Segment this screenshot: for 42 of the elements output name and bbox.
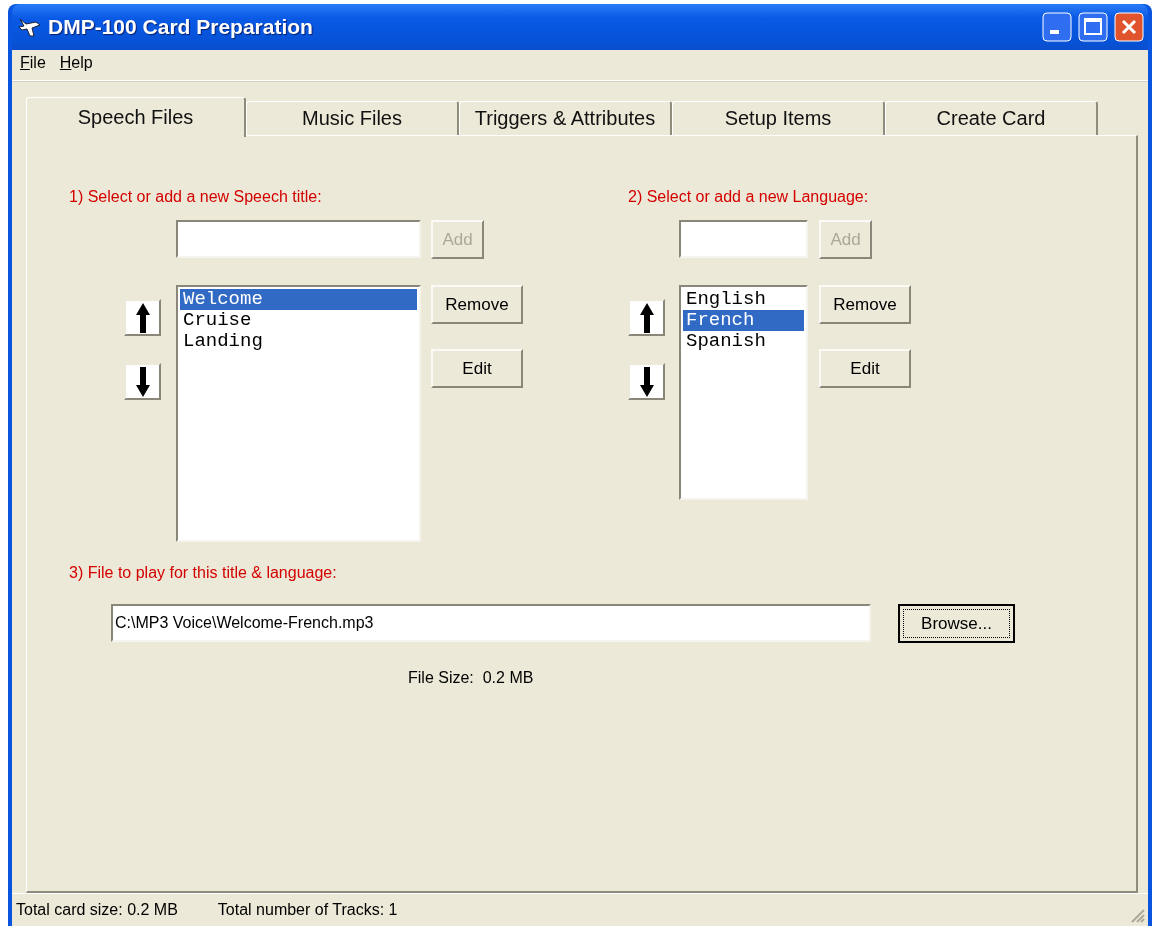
section-label: 2) Select or add a new Language:: [628, 188, 870, 207]
tab[interactable]: Music Files: [246, 101, 459, 135]
status-text: Total card size: 0.2 MB: [16, 901, 178, 919]
window-title: DMP-100 Card Preparation: [48, 15, 314, 39]
close-button[interactable]: [1114, 12, 1144, 42]
list-item[interactable]: English: [683, 289, 804, 310]
remove-button[interactable]: Remove: [819, 285, 911, 324]
status-text: Total number of Tracks: 1: [217, 901, 398, 919]
airplane-icon: [18, 16, 42, 38]
minimize-button[interactable]: [1042, 12, 1072, 42]
move-down-button[interactable]: [628, 363, 665, 400]
menu-item[interactable]: File: [20, 54, 46, 76]
tab[interactable]: Speech Files: [26, 97, 246, 137]
edit-button[interactable]: Edit: [431, 349, 523, 388]
section-label: 1) Select or add a new Speech title:: [69, 188, 323, 207]
file-path-field[interactable]: C:\MP3 Voice\Welcome-French.mp3: [111, 604, 871, 642]
move-up-button[interactable]: [628, 299, 665, 336]
text-field[interactable]: [679, 220, 808, 258]
down-arrow-icon: [639, 366, 654, 397]
up-arrow-icon: [639, 302, 654, 333]
list-box[interactable]: Welcome Cruise Landing: [176, 285, 421, 542]
remove-button[interactable]: Remove: [431, 285, 523, 324]
list-item[interactable]: Welcome: [180, 289, 417, 310]
down-arrow-icon: [135, 366, 150, 397]
text-field[interactable]: [176, 220, 421, 258]
list-item[interactable]: French: [683, 310, 804, 331]
tab[interactable]: Triggers & Attributes: [459, 101, 672, 135]
tab[interactable]: Setup Items: [672, 101, 885, 135]
move-down-button[interactable]: [124, 363, 161, 400]
edit-button[interactable]: Edit: [819, 349, 911, 388]
move-up-button[interactable]: [124, 299, 161, 336]
maximize-button[interactable]: [1078, 12, 1108, 42]
browse-button[interactable]: Browse...: [898, 604, 1015, 643]
list-item[interactable]: Cruise: [180, 310, 417, 331]
tab[interactable]: Create Card: [885, 101, 1098, 135]
list-item[interactable]: Spanish: [683, 331, 804, 352]
section-label: 3) File to play for this title & language:: [69, 564, 338, 583]
up-arrow-icon: [135, 302, 150, 333]
list-box[interactable]: English French Spanish: [679, 285, 808, 500]
list-item[interactable]: Landing: [180, 331, 417, 352]
menu-item[interactable]: Help: [59, 54, 93, 76]
file-size-label: File Size: 0.2 MB: [408, 669, 535, 687]
